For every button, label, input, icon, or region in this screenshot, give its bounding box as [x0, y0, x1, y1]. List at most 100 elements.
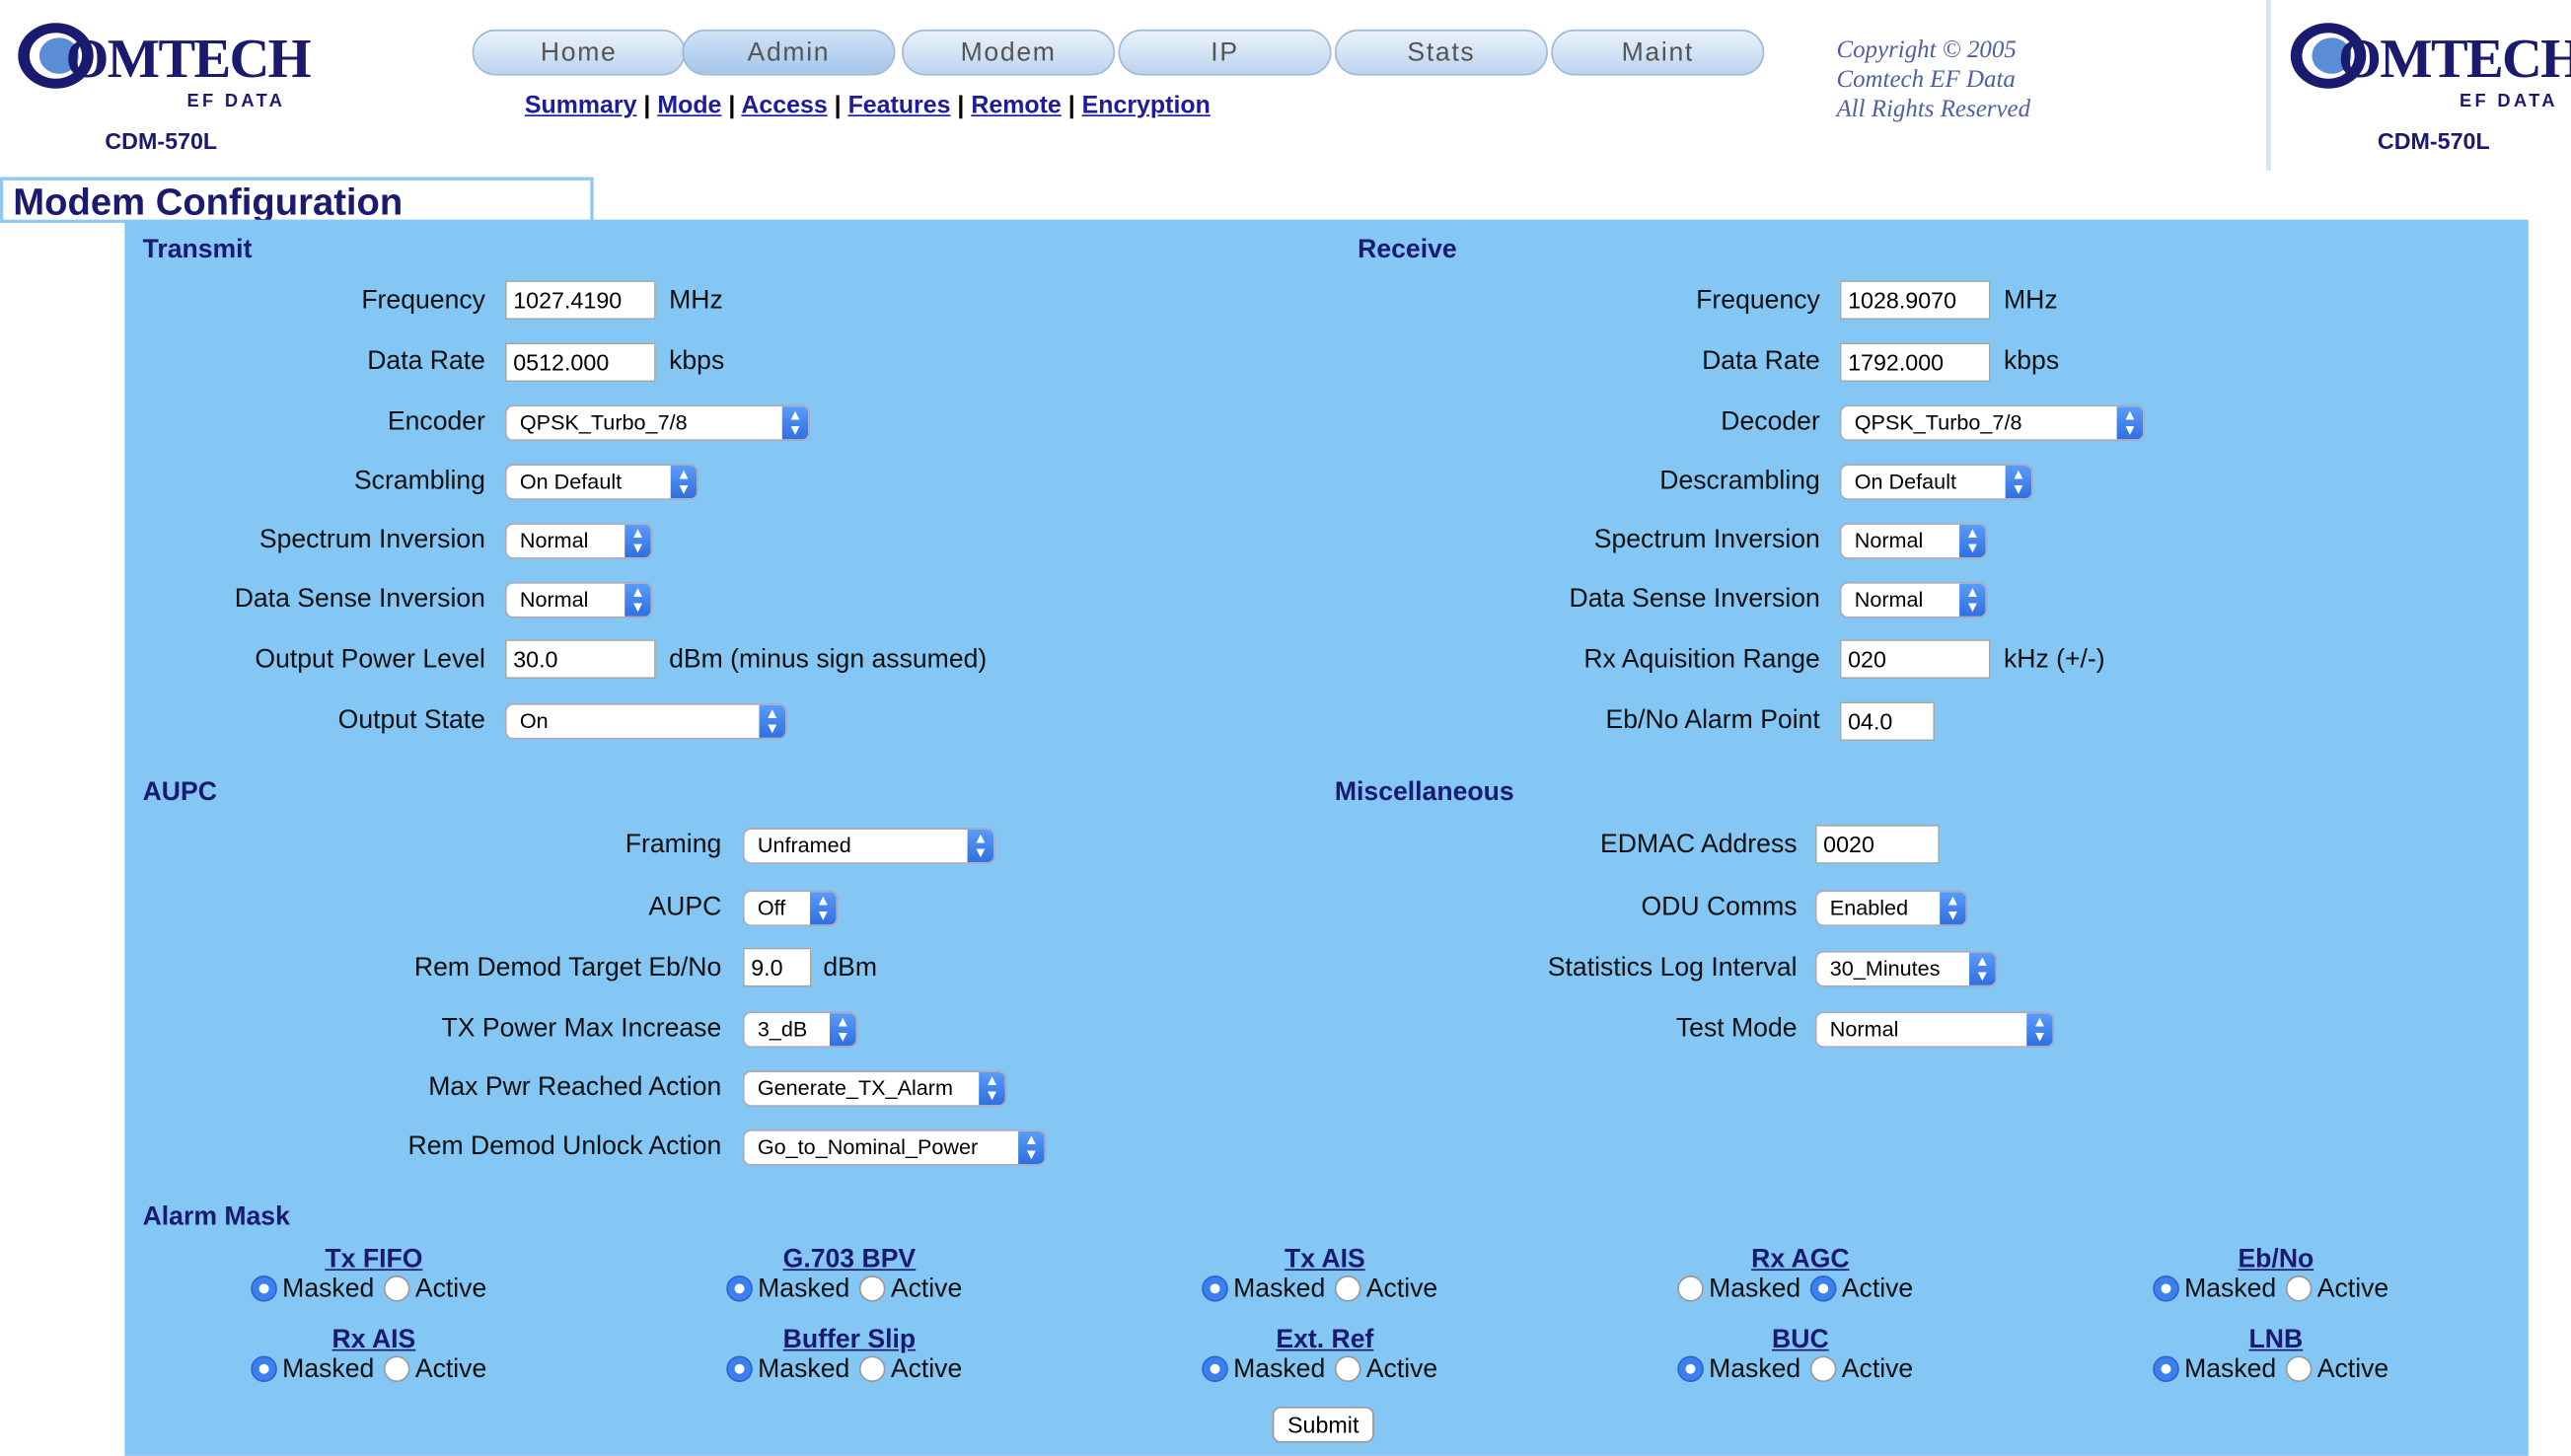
masked-radio[interactable]	[2153, 1275, 2180, 1302]
brand-sub: EF DATA	[2460, 92, 2558, 112]
active-radio[interactable]	[1810, 1355, 1837, 1383]
masked-radio[interactable]	[1677, 1355, 1705, 1383]
link-remote[interactable]: Remote	[971, 92, 1061, 119]
masked-radio[interactable]	[1677, 1275, 1705, 1302]
target-ebno-input[interactable]: 9.0	[742, 947, 812, 987]
output-state-label: Output State	[337, 706, 485, 735]
edmac-input[interactable]: 0020	[1814, 824, 1941, 864]
select-arrow-icon: ▲ ▼	[2005, 466, 2032, 499]
masked-radio[interactable]	[251, 1275, 278, 1302]
link-summary[interactable]: Summary	[525, 92, 637, 119]
framing-select[interactable]: Unframed ▲ ▼	[742, 828, 995, 864]
tab-ip[interactable]: IP	[1118, 29, 1332, 76]
output-power-input[interactable]: 30.0	[504, 639, 656, 680]
active-radio[interactable]	[1335, 1275, 1361, 1302]
alarm-name[interactable]: Eb/No	[2112, 1246, 2440, 1275]
masked-label: Masked	[758, 1355, 850, 1384]
masked-label: Masked	[1233, 1275, 1326, 1304]
active-radio[interactable]	[859, 1275, 886, 1302]
rx-data-sense-label: Data Sense Inversion	[1569, 585, 1820, 614]
logo-right: OMTECH EF DATA CDM-570L	[2289, 20, 2571, 151]
tab-maint[interactable]: Maint	[1551, 29, 1765, 76]
decoder-select[interactable]: QPSK_Turbo_7/8 ▲ ▼	[1839, 404, 2145, 442]
alarm-item: Tx AIS Masked Active	[1161, 1246, 1489, 1305]
masked-radio[interactable]	[251, 1355, 278, 1383]
tab-modem[interactable]: Modem	[902, 29, 1116, 76]
aupc-select[interactable]: Off ▲ ▼	[742, 890, 839, 927]
alarm-name[interactable]: Tx AIS	[1161, 1246, 1489, 1275]
active-label: Active	[414, 1275, 487, 1304]
link-mode[interactable]: Mode	[657, 92, 721, 119]
rx-datarate-input[interactable]: 1792.000	[1839, 342, 1991, 383]
tab-admin[interactable]: Admin	[682, 29, 896, 76]
brand-name: OMTECH	[65, 29, 311, 91]
active-radio[interactable]	[2286, 1275, 2313, 1302]
link-access[interactable]: Access	[741, 92, 827, 119]
max-increase-select[interactable]: 3_dB ▲ ▼	[742, 1011, 858, 1049]
stats-interval-label: Statistics Log Interval	[1547, 954, 1798, 983]
aupc-label: AUPC	[648, 893, 722, 922]
odu-comms-select[interactable]: Enabled ▲ ▼	[1814, 890, 1968, 927]
model-label: CDM-570L	[2377, 127, 2490, 151]
output-state-select[interactable]: On ▲ ▼	[504, 702, 787, 740]
max-reached-label: Max Pwr Reached Action	[428, 1073, 722, 1102]
active-label: Active	[1365, 1355, 1438, 1384]
ebno-alarm-input[interactable]: 04.0	[1839, 701, 1936, 742]
link-encryption[interactable]: Encryption	[1082, 92, 1211, 119]
aupc-heading: AUPC	[142, 778, 217, 807]
rx-frequency-input[interactable]: 1028.9070	[1839, 280, 1991, 321]
rx-spectrum-inversion-select[interactable]: Normal ▲ ▼	[1839, 523, 1988, 559]
alarm-item: BUC Masked Active	[1637, 1327, 1964, 1386]
stats-interval-select[interactable]: 30_Minutes ▲ ▼	[1814, 950, 1998, 987]
active-radio[interactable]	[859, 1355, 886, 1383]
masked-radio[interactable]	[726, 1275, 754, 1302]
scrambling-select[interactable]: On Default ▲ ▼	[504, 464, 699, 500]
alarm-name[interactable]: BUC	[1637, 1327, 1964, 1356]
encoder-select[interactable]: QPSK_Turbo_7/8 ▲ ▼	[504, 404, 811, 442]
masked-radio[interactable]	[1202, 1355, 1229, 1383]
odu-comms-label: ODU Comms	[1641, 893, 1798, 922]
max-reached-select[interactable]: Generate_TX_Alarm ▲ ▼	[742, 1070, 1007, 1107]
masked-radio[interactable]	[726, 1355, 754, 1383]
alarm-name[interactable]: LNB	[2112, 1327, 2440, 1356]
active-radio[interactable]	[384, 1275, 410, 1302]
tx-spectrum-inversion-select[interactable]: Normal ▲ ▼	[504, 523, 653, 559]
alarm-name[interactable]: Buffer Slip	[686, 1327, 1013, 1356]
tx-frequency-input[interactable]: 1027.4190	[504, 280, 656, 321]
active-radio[interactable]	[1810, 1275, 1837, 1302]
link-features[interactable]: Features	[848, 92, 951, 119]
alarm-name[interactable]: Tx FIFO	[210, 1246, 538, 1275]
tab-stats[interactable]: Stats	[1334, 29, 1548, 76]
sub-nav: Summary | Mode | Access | Features | Rem…	[524, 92, 1211, 120]
alarm-name[interactable]: Ext. Ref	[1161, 1327, 1489, 1356]
select-arrow-icon: ▲ ▼	[670, 466, 698, 499]
test-mode-select[interactable]: Normal ▲ ▼	[1814, 1011, 2055, 1049]
active-radio[interactable]	[2286, 1355, 2313, 1383]
brand-sub: EF DATA	[186, 92, 286, 112]
alarm-name[interactable]: Rx AIS	[210, 1327, 538, 1356]
masked-radio[interactable]	[2153, 1355, 2180, 1383]
tx-datarate-label: Data Rate	[367, 347, 485, 376]
descrambling-select[interactable]: On Default ▲ ▼	[1839, 464, 2033, 500]
unlock-action-select[interactable]: Go_to_Nominal_Power ▲ ▼	[742, 1129, 1047, 1166]
alarm-name[interactable]: G.703 BPV	[686, 1246, 1013, 1275]
select-arrow-icon: ▲ ▼	[759, 704, 786, 738]
rx-acq-range-label: Rx Aquisition Range	[1583, 645, 1820, 675]
active-label: Active	[1841, 1355, 1914, 1384]
submit-button[interactable]: Submit	[1272, 1406, 1374, 1443]
alarm-name[interactable]: Rx AGC	[1637, 1246, 1964, 1275]
masked-radio[interactable]	[1202, 1275, 1229, 1302]
receive-heading: Receive	[1358, 236, 1457, 264]
tx-spectrum-inversion-label: Spectrum Inversion	[258, 526, 485, 554]
select-arrow-icon: ▲ ▼	[979, 1071, 1005, 1106]
tx-datarate-input[interactable]: 0512.000	[504, 342, 656, 383]
brand-name: OMTECH	[2338, 29, 2571, 91]
active-radio[interactable]	[1335, 1355, 1361, 1383]
tx-data-sense-select[interactable]: Normal ▲ ▼	[504, 582, 653, 619]
rx-data-sense-select[interactable]: Normal ▲ ▼	[1839, 582, 1988, 619]
page-title-box: Modem Configuration	[0, 177, 594, 224]
tab-home[interactable]: Home	[472, 29, 686, 76]
rx-acq-range-input[interactable]: 020	[1839, 639, 1991, 680]
active-radio[interactable]	[384, 1355, 410, 1383]
masked-label: Masked	[1709, 1275, 1801, 1304]
